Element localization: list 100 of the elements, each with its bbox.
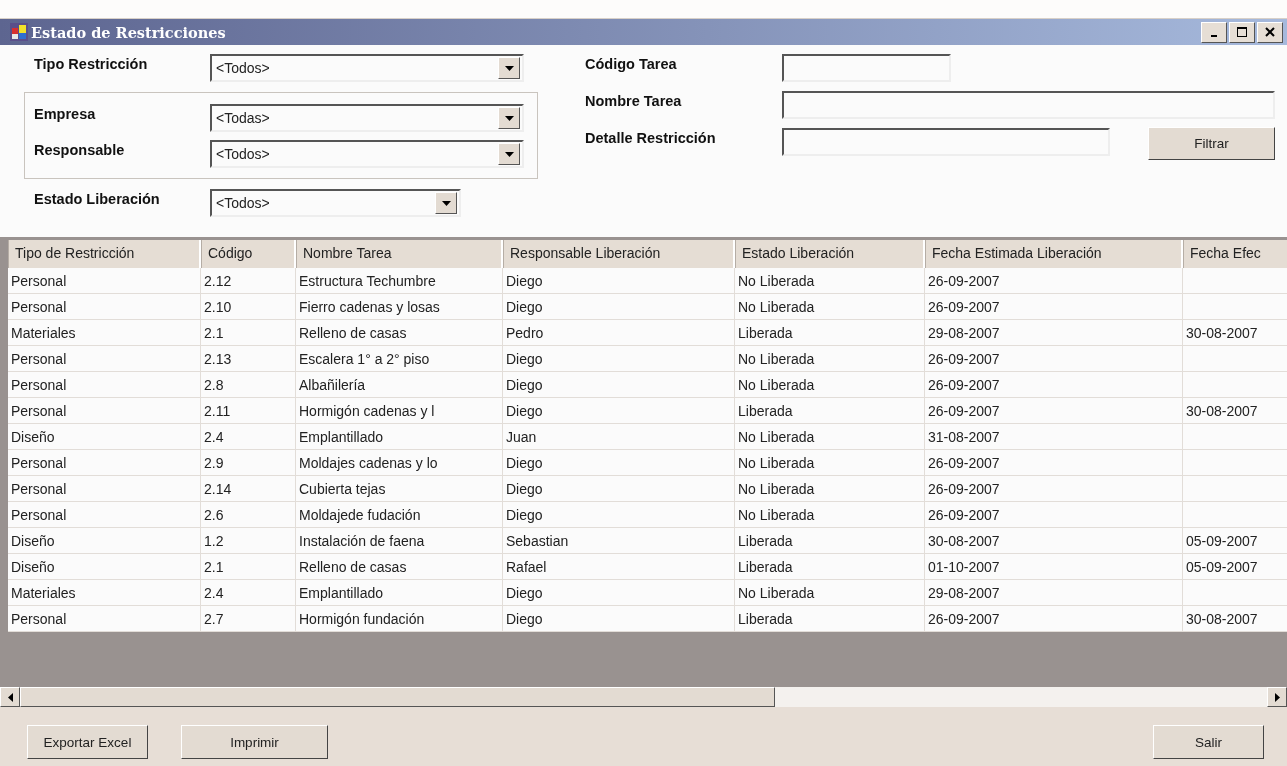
table-cell: No Liberada	[738, 507, 815, 523]
table-cell: Escalera 1° a 2° piso	[299, 351, 430, 367]
table-cell: Emplantillado	[299, 585, 384, 601]
field-label: Empresa	[34, 105, 97, 122]
table-cell: No Liberada	[738, 455, 815, 471]
exit-button[interactable]: Salir	[1153, 725, 1264, 759]
table-cell: 30-08-2007	[928, 533, 1000, 549]
table-cell: 2.1	[204, 559, 224, 575]
table-cell: Personal	[11, 481, 67, 497]
maximize-button[interactable]	[1229, 21, 1255, 43]
table-cell: 26-09-2007	[928, 273, 1000, 289]
text-field[interactable]	[782, 54, 951, 82]
table-cell: 30-08-2007	[1186, 325, 1258, 341]
table-cell: Cubierta tejas	[299, 481, 386, 497]
horizontal-scrollbar[interactable]	[0, 687, 1287, 707]
table-cell: 1.2	[204, 533, 224, 549]
table-cell: 26-09-2007	[928, 455, 1000, 471]
table-cell: Liberada	[738, 559, 793, 575]
table-cell: Rafael	[506, 559, 547, 575]
table-cell: Instalación de faena	[299, 533, 425, 549]
close-button[interactable]	[1257, 21, 1283, 43]
text-field[interactable]	[782, 91, 1275, 119]
table-cell: Moldajede fudación	[299, 507, 421, 523]
table-cell: Personal	[11, 299, 67, 315]
app-icon	[10, 23, 28, 41]
table-cell: Diego	[506, 299, 543, 315]
dropdown[interactable]: <Todos>	[210, 189, 461, 217]
table-cell: Diego	[506, 455, 543, 471]
caret-icon	[504, 151, 514, 157]
table-cell: Personal	[11, 273, 67, 289]
table-cell: Liberada	[738, 533, 793, 549]
table-cell: 26-09-2007	[928, 299, 1000, 315]
table-cell: 26-09-2007	[928, 377, 1000, 393]
table-cell: 26-09-2007	[928, 351, 1000, 367]
table-cell: No Liberada	[738, 585, 815, 601]
table-cell: 29-08-2007	[928, 585, 1000, 601]
minimize-button[interactable]	[1201, 21, 1227, 43]
filter-button[interactable]: Filtrar	[1148, 127, 1275, 160]
table-cell: Relleno de casas	[299, 559, 407, 575]
table-cell: Liberada	[738, 403, 793, 419]
table-cell: Sebastian	[506, 533, 569, 549]
table-cell: 2.1	[204, 325, 224, 341]
table-cell: 01-10-2007	[928, 559, 1000, 575]
table-cell: Personal	[11, 351, 67, 367]
table-cell: Estructura Techumbre	[299, 273, 436, 289]
table-cell: Diseño	[11, 533, 55, 549]
field-label: Tipo Restricción	[34, 55, 149, 72]
caret-icon	[441, 200, 451, 206]
caret-icon	[504, 115, 514, 121]
table-cell: Diego	[506, 507, 543, 523]
right-arrow-icon	[1274, 692, 1280, 702]
maximize-icon	[1237, 27, 1247, 37]
table-cell: No Liberada	[738, 273, 815, 289]
table-cell: Personal	[11, 377, 67, 393]
dropdown[interactable]: <Todos>	[210, 140, 524, 168]
text-field[interactable]	[782, 128, 1110, 156]
action-button[interactable]: Imprimir	[181, 725, 328, 759]
table-cell: 2.9	[204, 455, 224, 471]
dropdown[interactable]: <Todas>	[210, 104, 524, 132]
table-cell: Liberada	[738, 611, 793, 627]
table-cell: No Liberada	[738, 377, 815, 393]
dropdown[interactable]: <Todos>	[210, 54, 524, 82]
table-cell: Diego	[506, 403, 543, 419]
table-cell: 26-09-2007	[928, 507, 1000, 523]
window-title: Estado de Restricciones	[31, 23, 226, 41]
table-cell: Relleno de casas	[299, 325, 407, 341]
table-cell: Emplantillado	[299, 429, 384, 445]
table-cell: 30-08-2007	[1186, 611, 1258, 627]
table-cell: 2.6	[204, 507, 224, 523]
table-cell: Moldajes cadenas y lo	[299, 455, 438, 471]
table-cell: Diego	[506, 351, 543, 367]
table-cell: Juan	[506, 429, 537, 445]
table-cell: 2.8	[204, 377, 224, 393]
table-cell: Personal	[11, 403, 67, 419]
table-cell: Materiales	[11, 325, 76, 341]
table-cell: 2.13	[204, 351, 232, 367]
action-button[interactable]: Exportar Excel	[27, 725, 148, 759]
table-cell: Diseño	[11, 429, 55, 445]
table-cell: Diego	[506, 481, 543, 497]
table-cell: Personal	[11, 611, 67, 627]
table-cell: Diego	[506, 273, 543, 289]
left-arrow-icon	[7, 692, 13, 702]
field-label: Responsable	[34, 141, 126, 158]
table-cell: 26-09-2007	[928, 611, 1000, 627]
table-cell: 2.12	[204, 273, 232, 289]
field-label: Detalle Restricción	[585, 129, 717, 146]
field-label: Código Tarea	[585, 55, 678, 72]
table-cell: 2.10	[204, 299, 232, 315]
table-cell: 2.4	[204, 585, 224, 601]
table-cell: Diego	[506, 611, 543, 627]
table-cell: No Liberada	[738, 481, 815, 497]
table-cell: Hormigón cadenas y l	[299, 403, 435, 419]
table-cell: 2.11	[204, 403, 231, 419]
field-label: Estado Liberación	[34, 190, 161, 207]
table-cell: 05-09-2007	[1186, 559, 1258, 575]
table-cell: No Liberada	[738, 299, 815, 315]
table-cell: 05-09-2007	[1186, 533, 1258, 549]
table-cell: 29-08-2007	[928, 325, 1000, 341]
table-cell: No Liberada	[738, 429, 815, 445]
table-cell: 26-09-2007	[928, 481, 1000, 497]
